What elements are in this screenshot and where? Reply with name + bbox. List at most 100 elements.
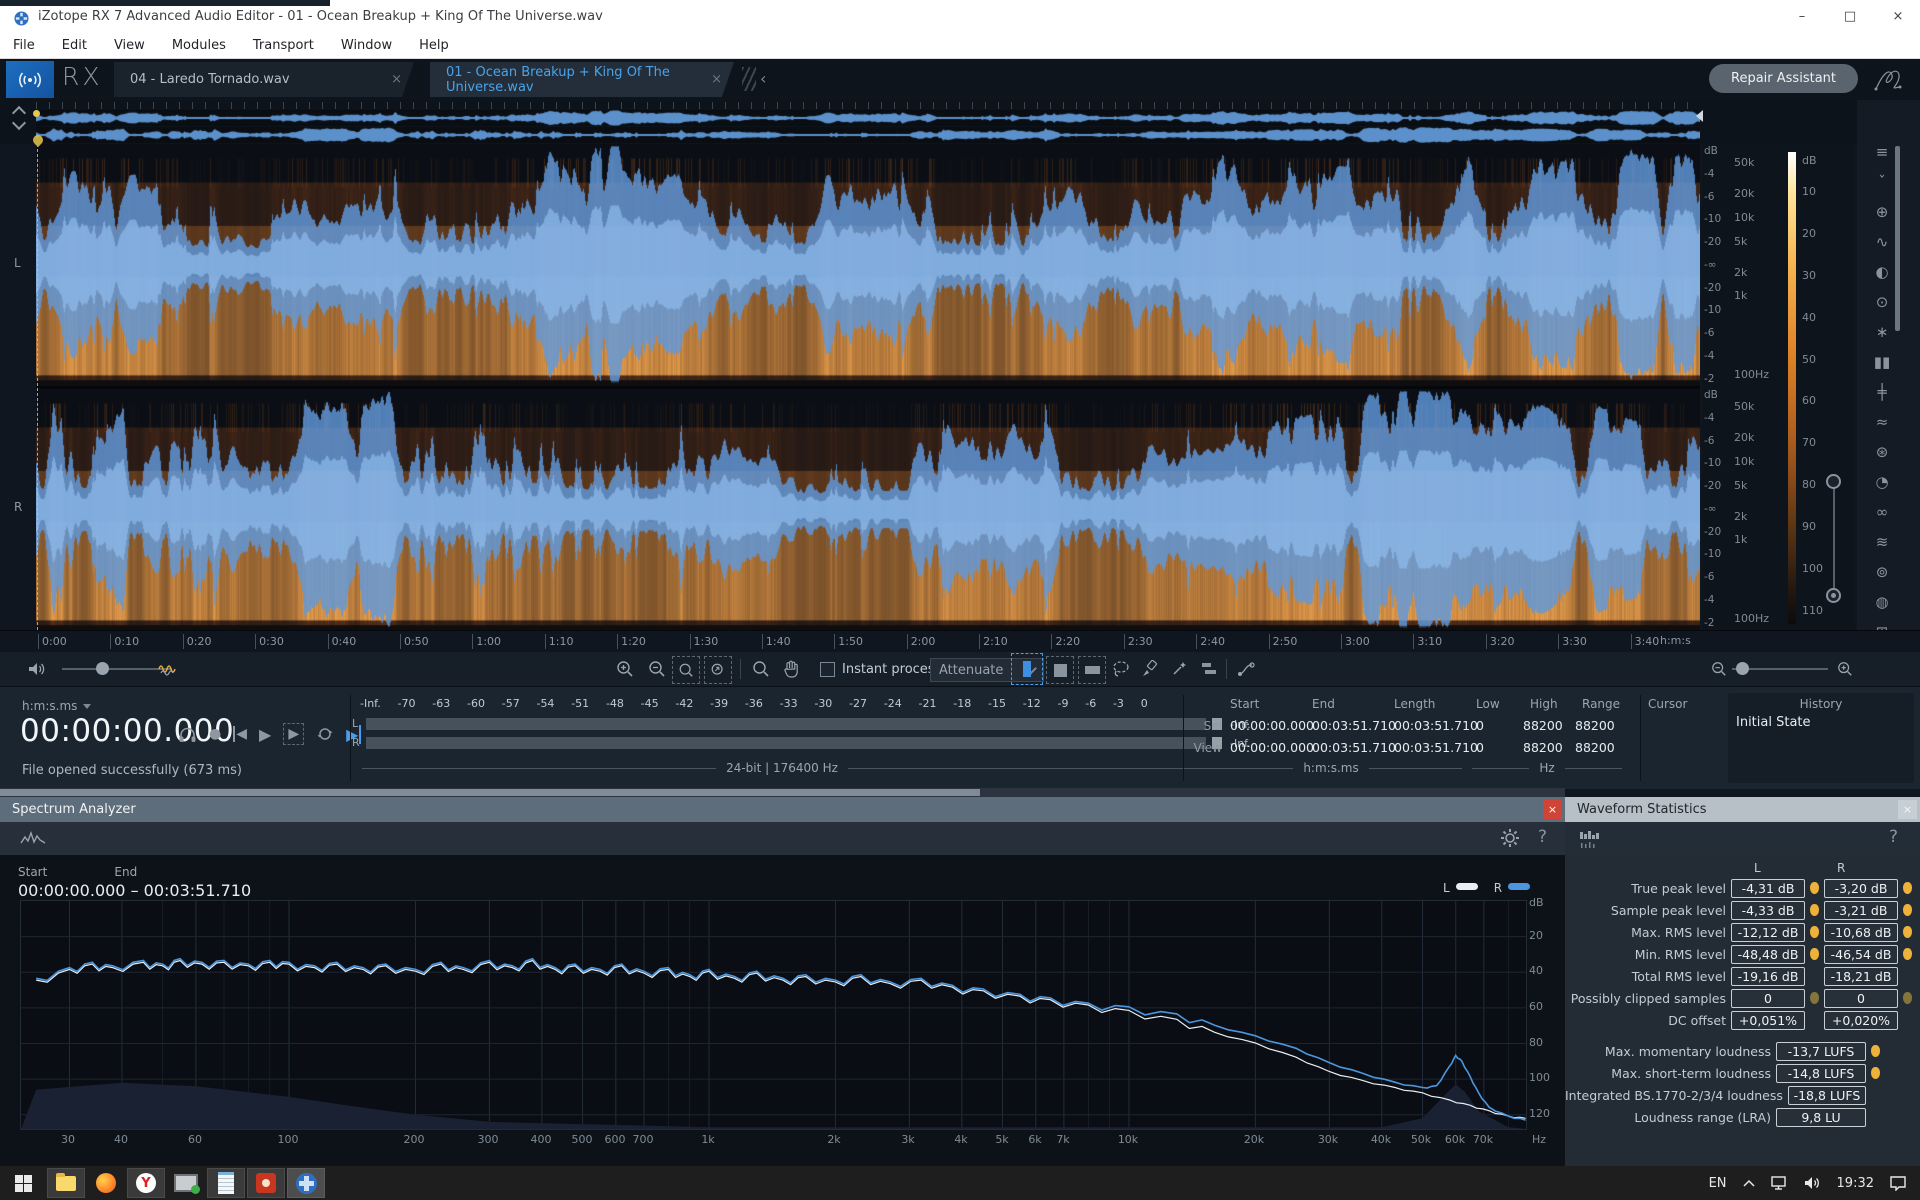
tray-expand-icon[interactable]: [1743, 1179, 1755, 1187]
help-icon[interactable]: ?: [1538, 827, 1547, 847]
menu-item[interactable]: Help: [419, 38, 449, 53]
spectrum-plot[interactable]: [20, 900, 1527, 1130]
marker-pin-icon[interactable]: [1903, 926, 1912, 938]
sel-range[interactable]: 88200: [1575, 718, 1615, 733]
vertical-zoom-knob[interactable]: [1826, 474, 1841, 489]
collapse-panel-icon[interactable]: ˇ: [1867, 170, 1897, 194]
close-panel-icon[interactable]: ×: [1543, 800, 1562, 819]
time-format-select[interactable]: h:m:s.ms: [22, 699, 91, 713]
find-similar-icon[interactable]: ⊕: [1867, 200, 1897, 224]
minimize-button[interactable]: –: [1780, 4, 1824, 30]
magnifier-tool-icon[interactable]: [748, 656, 774, 682]
network-icon[interactable]: [1771, 1176, 1788, 1190]
hand-tool-icon[interactable]: [778, 656, 804, 682]
eq-icon[interactable]: ╪: [1867, 380, 1897, 404]
stat-value-l[interactable]: -48,48 dB: [1731, 945, 1805, 964]
sel-low[interactable]: 0: [1476, 718, 1484, 733]
close-panel-icon[interactable]: ×: [1898, 800, 1917, 819]
menu-item[interactable]: Transport: [253, 38, 314, 53]
vertical-scroll-knob[interactable]: [1826, 588, 1841, 603]
meter-icon[interactable]: ◔: [1867, 470, 1897, 494]
gear-icon[interactable]: [1500, 828, 1520, 848]
tab-resize-grip[interactable]: [742, 67, 756, 91]
marker-pin-icon[interactable]: [1810, 882, 1819, 894]
stat-value-l[interactable]: -12,12 dB: [1731, 923, 1805, 942]
overview-playhead-marker[interactable]: [33, 110, 40, 117]
help-icon[interactable]: ?: [1889, 827, 1898, 847]
maximize-button[interactable]: □: [1828, 4, 1872, 30]
zoom-out-icon[interactable]: [644, 656, 670, 682]
notepad-icon[interactable]: [207, 1168, 245, 1198]
de-noise-icon[interactable]: ∗: [1867, 320, 1897, 344]
marker-pin-icon[interactable]: [1810, 926, 1819, 938]
overview-wave-right[interactable]: [36, 127, 1700, 143]
waveform-overview[interactable]: [0, 100, 1920, 144]
monitor-volume-knob[interactable]: [96, 662, 109, 675]
loop-icon[interactable]: ∞: [1867, 500, 1897, 524]
horizontal-scrollbar[interactable]: [0, 788, 1565, 797]
volume-icon[interactable]: [1804, 1176, 1821, 1190]
magic-wand-tool-icon[interactable]: [1166, 656, 1192, 682]
frequency-selection-tool[interactable]: [1078, 656, 1106, 684]
stat-value-r[interactable]: +0,020%: [1824, 1011, 1898, 1030]
stat-value-r[interactable]: 0: [1824, 989, 1898, 1008]
monitor-volume-slider[interactable]: [62, 668, 172, 670]
view-range[interactable]: 88200: [1575, 740, 1615, 755]
marker-pin-icon[interactable]: [1903, 904, 1912, 916]
view-length[interactable]: 00:03:51.710: [1394, 740, 1478, 755]
stat-value[interactable]: -13,7 LUFS: [1776, 1042, 1866, 1061]
view-end[interactable]: 00:03:51.710: [1312, 740, 1396, 755]
file-explorer-icon[interactable]: [47, 1168, 85, 1198]
stat-value[interactable]: -14,8 LUFS: [1776, 1064, 1866, 1083]
curve-node-icon[interactable]: [1234, 656, 1260, 682]
brush-tool-icon[interactable]: [1136, 656, 1162, 682]
izotope-rx-taskbar-icon[interactable]: [287, 1168, 325, 1198]
sel-length[interactable]: 00:03:51.710: [1394, 718, 1478, 733]
scrollbar-thumb[interactable]: [0, 789, 980, 796]
media-app-icon[interactable]: [247, 1168, 285, 1198]
hzoom-out-icon[interactable]: [1706, 656, 1732, 682]
stat-value-r[interactable]: -3,21 dB: [1824, 901, 1898, 920]
gain-bars-icon[interactable]: [1196, 656, 1222, 682]
phase-icon[interactable]: ⊚: [1867, 560, 1897, 584]
mix-icon[interactable]: ◐: [1867, 260, 1897, 284]
view-high[interactable]: 88200: [1523, 740, 1563, 755]
view-start[interactable]: 00:00:00.000: [1230, 740, 1314, 755]
stat-value-r[interactable]: -3,20 dB: [1824, 879, 1898, 898]
sel-end[interactable]: 00:03:51.710: [1312, 718, 1396, 733]
stat-value-l[interactable]: -4,31 dB: [1731, 879, 1805, 898]
tab-overflow-icon[interactable]: ‹: [760, 69, 766, 88]
de-clip-icon[interactable]: ∿: [1867, 230, 1897, 254]
playhead-line[interactable]: [37, 144, 38, 630]
settings-icon[interactable]: ⊛: [1867, 440, 1897, 464]
stat-value[interactable]: 9,8 LU: [1776, 1108, 1866, 1127]
stat-value-r[interactable]: -10,68 dB: [1824, 923, 1898, 942]
waveform-statistics-titlebar[interactable]: Waveform Statistics ×: [1565, 797, 1920, 822]
lasso-tool-icon[interactable]: [1108, 656, 1134, 682]
play-selection-button[interactable]: ▶: [283, 723, 304, 745]
spectrum-icon[interactable]: [20, 829, 46, 847]
close-button[interactable]: ×: [1876, 4, 1920, 30]
start-button[interactable]: [0, 1166, 46, 1200]
marker-pin-icon[interactable]: [1810, 992, 1819, 1004]
texture-icon[interactable]: ◍: [1867, 590, 1897, 614]
play-button[interactable]: ▶: [259, 725, 271, 744]
instant-process-checkbox[interactable]: [820, 662, 835, 677]
spectrum-analyzer-titlebar[interactable]: Spectrum Analyzer ×: [0, 797, 1565, 822]
module-list-icon[interactable]: ≡: [1867, 140, 1897, 164]
spectrogram-right[interactable]: [36, 389, 1700, 630]
marker-pin-icon[interactable]: [1903, 992, 1912, 1004]
yandex-browser-icon[interactable]: Y: [127, 1168, 165, 1198]
stat-value-r[interactable]: -46,54 dB: [1824, 945, 1898, 964]
hzoom-knob[interactable]: [1736, 662, 1749, 675]
stat-value-l[interactable]: +0,051%: [1731, 1011, 1805, 1030]
tab-laredo-tornado[interactable]: 04 - Laredo Tornado.wav ×: [114, 62, 414, 97]
marker-pin-icon[interactable]: [1903, 948, 1912, 960]
return-to-start-button[interactable]: ◀: [233, 726, 247, 742]
marker-pin-icon[interactable]: [1871, 1045, 1880, 1057]
tab-ocean-breakup[interactable]: 01 - Ocean Breakup + King Of The Univers…: [430, 62, 734, 97]
record-button[interactable]: ●: [209, 726, 221, 742]
sel-start[interactable]: 00:00:00.000: [1230, 718, 1314, 733]
vertical-zoom-slider[interactable]: [1833, 488, 1835, 588]
time-selection-tool[interactable]: [1014, 656, 1040, 682]
